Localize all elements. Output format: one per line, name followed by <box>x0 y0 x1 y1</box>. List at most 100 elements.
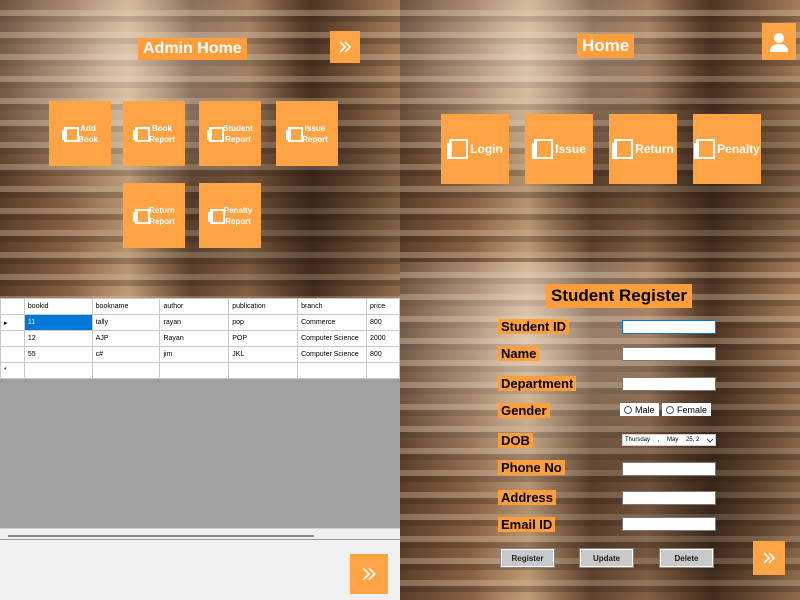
department-label: Department <box>498 376 577 391</box>
table-row[interactable]: 55 c# jim JKL Computer Science 800 <box>0 346 400 363</box>
tile-label-line2: Report <box>149 134 175 144</box>
tile-label-line1: Return <box>149 205 175 215</box>
user-profile-button[interactable] <box>762 23 796 60</box>
double-chevron-right-icon <box>362 567 376 581</box>
column-header[interactable]: author <box>159 298 230 315</box>
address-field[interactable] <box>622 491 716 505</box>
dob-date-picker[interactable]: Thursday , May 25, 2 <box>622 434 716 446</box>
current-row-marker[interactable]: ▸ <box>0 314 25 331</box>
grid-cell[interactable]: AJP <box>91 330 161 347</box>
delete-button[interactable]: Delete <box>659 548 714 568</box>
grid-cell[interactable] <box>159 362 230 379</box>
student-report-tile[interactable]: Student Report <box>199 101 261 166</box>
grid-cell[interactable]: 12 <box>23 330 93 347</box>
tile-label: Login <box>470 141 503 156</box>
phone-label: Phone No <box>498 460 565 475</box>
scrollbar-thumb[interactable] <box>8 535 314 537</box>
radio-button[interactable] <box>666 405 674 414</box>
dob-date: 25, 2 <box>685 437 700 443</box>
register-button[interactable]: Register <box>500 548 555 568</box>
student-register-title: Student Register <box>546 284 693 308</box>
radio-button[interactable] <box>624 405 632 414</box>
grid-cell[interactable]: Computer Science <box>297 346 368 363</box>
gender-label: Gender <box>498 403 550 418</box>
row-header[interactable] <box>0 346 25 363</box>
grid-cell[interactable] <box>91 362 161 379</box>
dob-day: Thursday <box>625 437 651 443</box>
grid-cell[interactable]: Rayan <box>159 330 230 347</box>
column-header[interactable]: bookid <box>23 298 93 315</box>
book-icon <box>286 127 304 142</box>
grid-next-button[interactable] <box>350 554 388 594</box>
dob-month: May <box>666 437 679 443</box>
issue-report-tile[interactable]: Issue Report <box>276 101 338 166</box>
chevron-down-icon[interactable] <box>706 438 713 443</box>
grid-cell[interactable]: 800 <box>366 314 400 331</box>
new-row-marker[interactable]: * <box>0 362 25 379</box>
email-field[interactable] <box>622 517 716 531</box>
admin-home-title: Admin Home <box>138 38 247 60</box>
grid-cell[interactable] <box>366 362 400 379</box>
grid-cell[interactable] <box>297 362 368 379</box>
grid-cell[interactable]: 2000 <box>366 330 400 347</box>
grid-cell[interactable]: 55 <box>23 346 93 363</box>
return-tile[interactable]: Return <box>609 114 677 184</box>
grid-cell[interactable]: POP <box>228 330 299 347</box>
grid-cell[interactable]: Commerce <box>297 314 368 331</box>
grid-cell[interactable]: tally <box>91 314 161 331</box>
book-icon <box>207 127 225 142</box>
add-book-tile[interactable]: Add Book <box>49 101 111 166</box>
penalty-report-tile[interactable]: Penalty Report <box>199 183 261 248</box>
grid-cell[interactable]: c# <box>91 346 161 363</box>
column-header[interactable]: publication <box>228 298 299 315</box>
penalty-tile[interactable]: Penalty <box>693 114 761 184</box>
return-report-tile[interactable]: Return Report <box>123 183 185 248</box>
department-field[interactable] <box>622 377 716 391</box>
row-header[interactable] <box>0 330 25 347</box>
issue-tile[interactable]: Issue <box>525 114 593 184</box>
column-header[interactable]: bookname <box>91 298 161 315</box>
register-next-button[interactable] <box>753 541 785 575</box>
radio-label: Female <box>677 404 708 415</box>
tile-label-line2: Report <box>302 134 328 144</box>
table-row[interactable]: ▸ 11 tally rayan pop Commerce 800 <box>0 314 400 331</box>
login-tile[interactable]: Login <box>441 114 509 184</box>
update-button[interactable]: Update <box>579 548 634 568</box>
grid-cell[interactable]: pop <box>228 314 299 331</box>
gender-female-option[interactable]: Female <box>662 403 712 416</box>
address-label: Address <box>498 490 557 505</box>
grid-cell[interactable]: jim <box>159 346 230 363</box>
grid-cell[interactable] <box>228 362 299 379</box>
radio-label: Male <box>635 404 655 415</box>
grid-cell[interactable]: rayan <box>159 314 230 331</box>
tile-label-line1: Penalty <box>223 205 253 215</box>
user-icon <box>770 32 788 52</box>
book-icon <box>694 139 716 159</box>
email-label: Email ID <box>498 517 556 532</box>
name-field[interactable] <box>622 347 716 361</box>
horizontal-scrollbar[interactable] <box>0 528 400 540</box>
book-report-panel: bookid bookname author publication branc… <box>0 298 400 600</box>
grid-cell[interactable]: Computer Science <box>297 330 368 347</box>
grid-cell[interactable]: 11 <box>23 314 93 331</box>
tile-label-line1: Issue <box>304 123 326 133</box>
grid-cell[interactable]: 800 <box>366 346 400 363</box>
table-row[interactable]: 12 AJP Rayan POP Computer Science 2000 <box>0 330 400 347</box>
tile-label: Penalty <box>717 141 760 156</box>
new-row[interactable]: * <box>0 362 400 379</box>
gender-male-option[interactable]: Male <box>620 403 659 416</box>
tile-label-line1: Book <box>152 123 172 133</box>
student-id-field[interactable] <box>622 320 716 334</box>
dob-label: DOB <box>498 433 533 448</box>
grid-cell[interactable] <box>23 362 93 379</box>
admin-next-button[interactable] <box>330 31 360 63</box>
double-chevron-right-icon <box>763 552 776 564</box>
grid-header-row: bookid bookname author publication branc… <box>0 298 400 315</box>
column-header[interactable]: price <box>366 298 400 315</box>
books-datagrid[interactable]: bookid bookname author publication branc… <box>0 298 400 379</box>
column-header[interactable]: branch <box>297 298 368 315</box>
home-title: Home <box>577 34 635 58</box>
grid-cell[interactable]: JKL <box>228 346 299 363</box>
phone-field[interactable] <box>622 462 716 476</box>
book-report-tile[interactable]: Book Report <box>123 101 185 166</box>
